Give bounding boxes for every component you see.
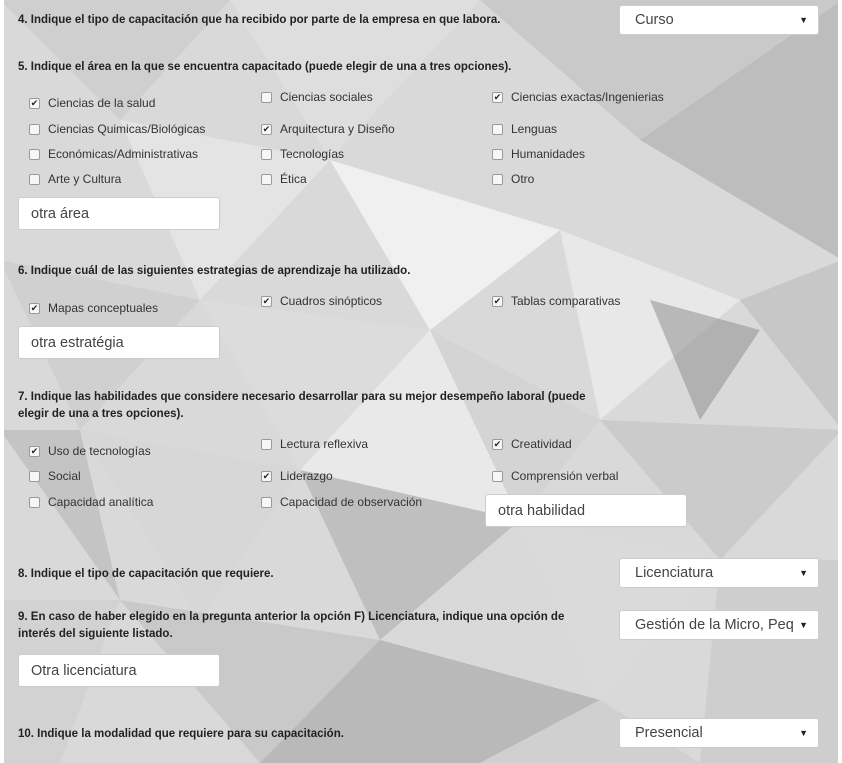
q5-option-label: Ciencias Quimicas/Biológicas xyxy=(48,122,206,136)
checkbox[interactable] xyxy=(261,295,272,307)
checkbox[interactable] xyxy=(261,496,272,508)
q8-select[interactable]: Licenciatura ▼ xyxy=(619,558,819,588)
checkbox[interactable] xyxy=(492,91,503,103)
q7-option-comprension[interactable]: Comprensión verbal xyxy=(492,469,618,483)
q5-option-label: Tecnologías xyxy=(280,147,345,161)
q6-option-label: Mapas conceptuales xyxy=(48,301,159,315)
survey-form: 4. Indique el tipo de capacitación que h… xyxy=(0,0,842,763)
q6-option-label: Tablas comparativas xyxy=(511,294,621,308)
checkbox[interactable] xyxy=(29,445,40,457)
checkbox[interactable] xyxy=(492,438,503,450)
q6-option-cuadros[interactable]: Cuadros sinópticos xyxy=(261,294,382,308)
q5-option-label: Ciencias sociales xyxy=(280,90,373,104)
checkbox[interactable] xyxy=(492,173,503,185)
q7-option-label: Capacidad de observación xyxy=(280,495,423,509)
q5-option-label: Humanidades xyxy=(511,147,586,161)
q5-option-ciencias-quimicas[interactable]: Ciencias Quimicas/Biológicas xyxy=(29,122,205,136)
q6-option-label: Cuadros sinópticos xyxy=(280,294,383,308)
checkbox[interactable] xyxy=(29,470,40,482)
question-10-label: 10. Indique la modalidad que requiere pa… xyxy=(18,728,344,740)
checkbox[interactable] xyxy=(492,470,503,482)
q9-select[interactable]: Gestión de la Micro, Pequeña y Mediana E… xyxy=(619,610,819,640)
q7-option-observacion[interactable]: Capacidad de observación xyxy=(261,495,422,509)
q5-option-label: Ciencias de la salud xyxy=(48,96,156,110)
checkbox[interactable] xyxy=(261,438,272,450)
q7-other-input[interactable]: otra habilidad xyxy=(485,494,687,527)
triangle-down-icon: ▼ xyxy=(799,728,808,738)
q5-option-label: Arquitectura y Diseño xyxy=(280,122,395,136)
checkbox[interactable] xyxy=(29,173,40,185)
checkbox[interactable] xyxy=(29,97,40,109)
q5-option-lenguas[interactable]: Lenguas xyxy=(492,122,557,136)
q7-option-label: Comprensión verbal xyxy=(511,469,619,483)
q5-option-ciencias-salud[interactable]: Ciencias de la salud xyxy=(29,96,155,110)
q6-other-input[interactable]: otra estratégia xyxy=(18,326,220,359)
checkbox[interactable] xyxy=(492,295,503,307)
checkbox[interactable] xyxy=(261,91,272,103)
q7-option-liderazgo[interactable]: Liderazgo xyxy=(261,469,333,483)
q5-option-label: Arte y Cultura xyxy=(48,172,122,186)
q5-option-arquitectura[interactable]: Arquitectura y Diseño xyxy=(261,122,395,136)
q10-select[interactable]: Presencial ▼ xyxy=(619,718,819,748)
checkbox[interactable] xyxy=(261,123,272,135)
checkbox[interactable] xyxy=(29,302,40,314)
q7-option-label: Social xyxy=(48,469,81,483)
q8-select-value: Licenciatura xyxy=(635,565,714,581)
triangle-down-icon: ▼ xyxy=(799,15,808,25)
q7-option-label: Capacidad analítica xyxy=(48,495,154,509)
q5-option-label: Económicas/Administrativas xyxy=(48,147,199,161)
question-8-label: 8. Indique el tipo de capacitación que r… xyxy=(18,568,274,580)
q5-option-label: Lenguas xyxy=(511,122,558,136)
checkbox[interactable] xyxy=(29,123,40,135)
question-9-label-line1: 9. En caso de haber elegido en la pregun… xyxy=(18,611,565,623)
q7-option-label: Uso de tecnologías xyxy=(48,444,151,458)
q5-option-economicas[interactable]: Económicas/Administrativas xyxy=(29,147,198,161)
triangle-down-icon: ▼ xyxy=(799,568,808,578)
q6-option-tablas[interactable]: Tablas comparativas xyxy=(492,294,620,308)
checkbox[interactable] xyxy=(492,148,503,160)
checkbox[interactable] xyxy=(261,148,272,160)
triangle-down-icon: ▼ xyxy=(799,620,808,630)
checkbox[interactable] xyxy=(261,173,272,185)
q10-select-value: Presencial xyxy=(635,725,703,741)
q4-select-value: Curso xyxy=(635,12,674,28)
question-4-label: 4. Indique el tipo de capacitación que h… xyxy=(18,14,501,26)
question-7-label-line1: 7. Indique las habilidades que considere… xyxy=(18,391,586,403)
q7-option-creatividad[interactable]: Creatividad xyxy=(492,437,572,451)
q5-option-label: Ciencias exactas/Ingenierias xyxy=(511,90,664,104)
checkbox[interactable] xyxy=(29,496,40,508)
q5-other-input[interactable]: otra área xyxy=(18,197,220,230)
q6-option-mapas[interactable]: Mapas conceptuales xyxy=(29,301,158,315)
q5-option-ciencias-sociales[interactable]: Ciencias sociales xyxy=(261,90,373,104)
q5-option-label: Ética xyxy=(280,172,307,186)
q7-option-analitica[interactable]: Capacidad analítica xyxy=(29,495,153,509)
q7-option-label: Liderazgo xyxy=(280,469,333,483)
q5-option-humanidades[interactable]: Humanidades xyxy=(492,147,585,161)
q5-option-otro[interactable]: Otro xyxy=(492,172,534,186)
checkbox[interactable] xyxy=(29,148,40,160)
question-5-label: 5. Indique el área en la que se encuentr… xyxy=(18,61,512,73)
q5-option-label: Otro xyxy=(511,172,535,186)
q5-option-etica[interactable]: Ética xyxy=(261,172,307,186)
q7-option-label: Creatividad xyxy=(511,437,572,451)
question-9-label-line2: interés del siguiente listado. xyxy=(18,628,173,640)
checkbox[interactable] xyxy=(261,470,272,482)
q5-option-arte-cultura[interactable]: Arte y Cultura xyxy=(29,172,121,186)
q7-option-lectura[interactable]: Lectura reflexiva xyxy=(261,437,368,451)
q7-option-label: Lectura reflexiva xyxy=(280,437,369,451)
question-6-label: 6. Indique cuál de las siguientes estrat… xyxy=(18,265,411,277)
q9-select-value: Gestión de la Micro, Pequeña y Mediana E… xyxy=(635,617,794,633)
q7-option-uso-tecnologias[interactable]: Uso de tecnologías xyxy=(29,444,151,458)
checkbox[interactable] xyxy=(492,123,503,135)
q9-other-input[interactable]: Otra licenciatura xyxy=(18,654,220,687)
question-7-label-line2: elegir de una a tres opciones). xyxy=(18,408,184,420)
q7-option-social[interactable]: Social xyxy=(29,469,81,483)
q4-select[interactable]: Curso ▼ xyxy=(619,5,819,35)
q5-option-tecnologias[interactable]: Tecnologías xyxy=(261,147,344,161)
q5-option-ciencias-exactas[interactable]: Ciencias exactas/Ingenierias xyxy=(492,90,664,104)
